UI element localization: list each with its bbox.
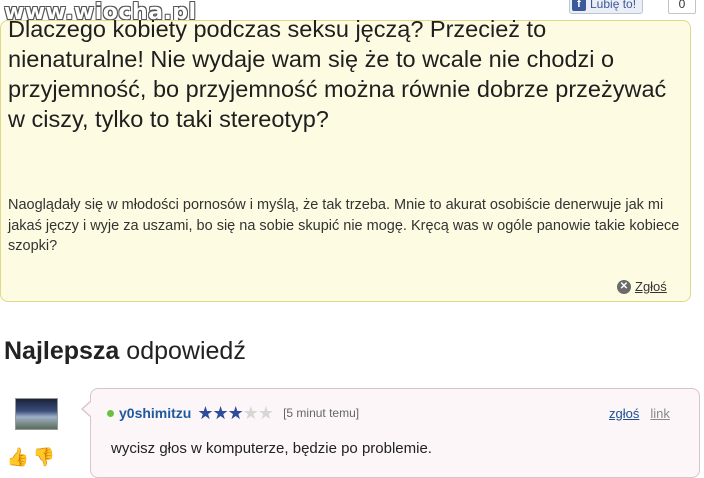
- answer-actions: zgłoś link: [609, 406, 670, 421]
- answer-text: wycisz głos w komputerze, będzie po prob…: [111, 440, 432, 457]
- report-answer-link[interactable]: zgłoś: [609, 406, 639, 421]
- avatar[interactable]: [15, 398, 58, 430]
- star-filled-icon: ★: [197, 403, 213, 423]
- star-empty-icon: ★: [242, 403, 259, 423]
- best-answer-heading: Najlepsza odpowiedź: [4, 337, 246, 366]
- answer-header: y0shimitzu ★★★★★ [5 minut temu]: [107, 404, 359, 422]
- like-label: Lubię to!: [590, 0, 637, 11]
- permalink-link[interactable]: link: [650, 406, 670, 421]
- username-link[interactable]: y0shimitzu: [119, 405, 191, 421]
- close-circle-icon: ✕: [617, 279, 631, 294]
- facebook-like-button[interactable]: f Lubię to!: [569, 0, 644, 14]
- report-question-link[interactable]: ✕ Zgłoś: [617, 279, 667, 294]
- thumbs-up-icon[interactable]: 👍: [7, 446, 29, 468]
- rating-stars: ★★★★★: [197, 403, 274, 423]
- best-answer-heading-bold: Najlepsza: [4, 337, 120, 365]
- vote-controls: 👍 👎: [7, 446, 55, 468]
- answer-time: [5 minut temu]: [283, 406, 360, 420]
- report-label: Zgłoś: [635, 279, 667, 294]
- star-filled-icon: ★: [212, 403, 229, 423]
- question-title: Dlaczego kobiety podczas seksu jęczą? Pr…: [8, 16, 667, 132]
- best-answer-heading-rest: odpowiedź: [119, 337, 246, 365]
- like-count: 0: [668, 0, 696, 14]
- question-details: Naoglądały się w młodości pornosów i myś…: [8, 197, 680, 254]
- answer-box: [90, 388, 700, 478]
- star-empty-icon: ★: [257, 403, 274, 423]
- answer-pointer-inner: [83, 401, 92, 417]
- star-filled-icon: ★: [227, 403, 244, 423]
- online-status-icon: [107, 409, 114, 417]
- facebook-f-icon: f: [572, 0, 586, 11]
- thumbs-down-icon[interactable]: 👎: [33, 446, 55, 468]
